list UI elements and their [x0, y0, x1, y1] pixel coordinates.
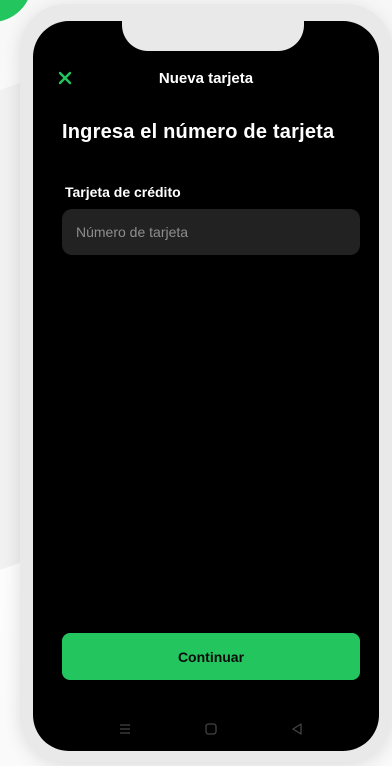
- page-title: Ingresa el número de tarjeta: [62, 121, 335, 143]
- phone-notch: [122, 21, 304, 51]
- home-icon[interactable]: [199, 717, 223, 741]
- card-field-label: Tarjeta de crédito: [65, 184, 181, 200]
- menu-icon[interactable]: [113, 717, 137, 741]
- corner-decoration: [0, 0, 32, 22]
- header-bar: Nueva tarjeta: [33, 66, 379, 94]
- system-nav-bar: [33, 717, 379, 741]
- card-number-input[interactable]: [62, 209, 360, 255]
- phone-screen: Nueva tarjeta Ingresa el número de tarje…: [33, 21, 379, 751]
- back-icon[interactable]: [285, 717, 309, 741]
- continue-button[interactable]: Continuar: [62, 633, 360, 680]
- header-title: Nueva tarjeta: [158, 70, 254, 87]
- page: Nueva tarjeta Ingresa el número de tarje…: [0, 0, 392, 766]
